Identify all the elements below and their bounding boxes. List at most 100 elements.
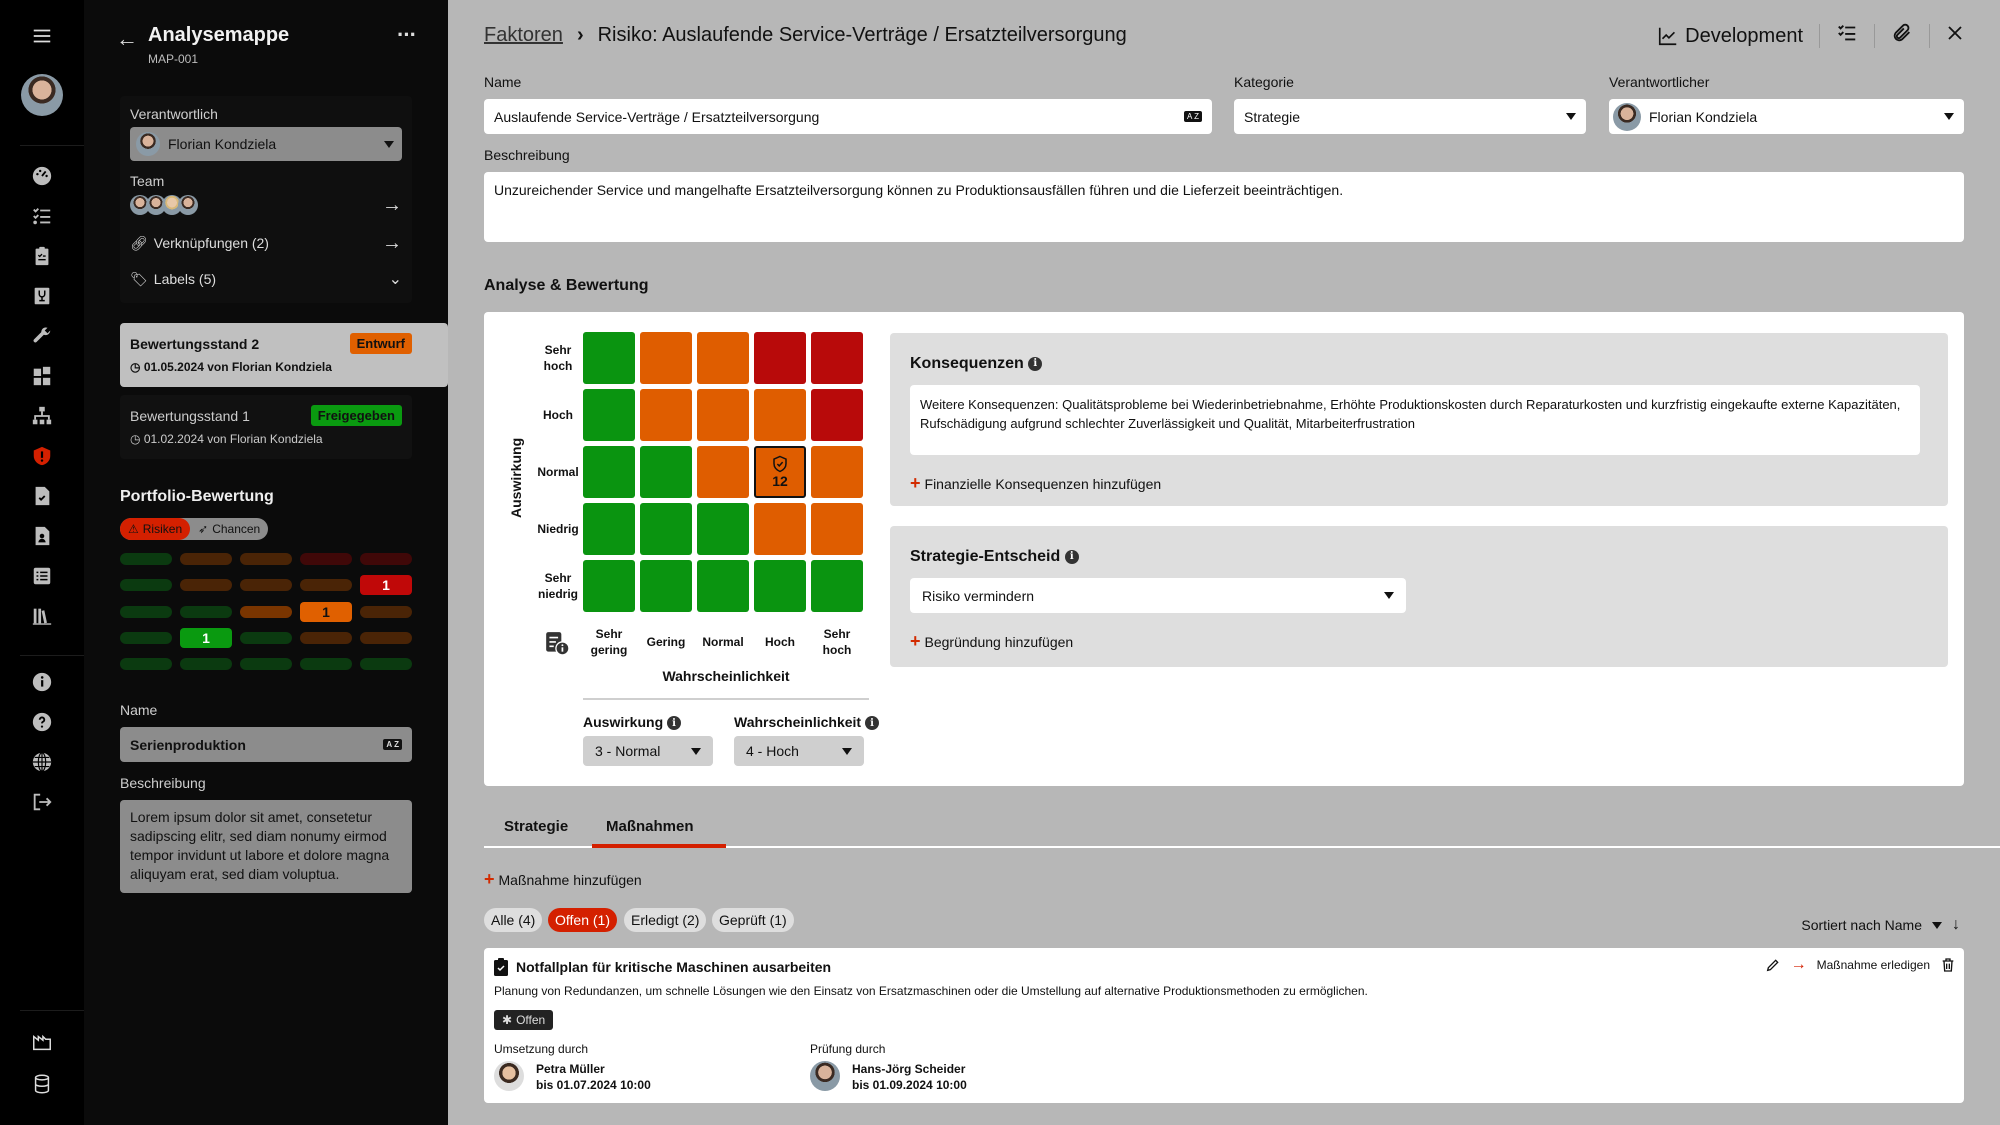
- portfolio-cell[interactable]: [180, 606, 232, 618]
- portfolio-cell[interactable]: [180, 658, 232, 670]
- portfolio-cell[interactable]: [360, 632, 412, 644]
- back-arrow-icon[interactable]: ←: [116, 26, 138, 52]
- risks-toggle[interactable]: ⚠ Risiken: [120, 518, 191, 540]
- matrix-cell[interactable]: [697, 332, 749, 384]
- complete-measure-button[interactable]: → Maßnahme erledigen: [1791, 956, 1930, 974]
- matrix-cell[interactable]: [583, 503, 635, 555]
- portfolio-cell[interactable]: [120, 553, 172, 565]
- clipboard-check-icon[interactable]: [26, 240, 58, 272]
- matrix-cell[interactable]: [697, 446, 749, 498]
- portfolio-cell[interactable]: [120, 632, 172, 644]
- matrix-cell[interactable]: [697, 389, 749, 441]
- portfolio-cell[interactable]: [300, 632, 352, 644]
- help-icon[interactable]: [26, 706, 58, 738]
- matrix-cell[interactable]: [754, 503, 806, 555]
- risk-shield-icon[interactable]: [26, 440, 58, 472]
- breadcrumb-parent[interactable]: Faktoren: [484, 24, 563, 47]
- filter-done[interactable]: Erledigt (2): [624, 908, 707, 932]
- measure-card[interactable]: Notfallplan für kritische Maschinen ausa…: [484, 948, 1964, 1103]
- portfolio-cell[interactable]: [120, 658, 172, 670]
- portfolio-cell[interactable]: [240, 658, 292, 670]
- fragile-box-icon[interactable]: [26, 280, 58, 312]
- file-user-icon[interactable]: [26, 520, 58, 552]
- arrow-right-icon[interactable]: →: [382, 194, 402, 217]
- matrix-cell[interactable]: [583, 560, 635, 612]
- factory-icon[interactable]: [26, 1026, 58, 1058]
- info-icon[interactable]: i: [864, 716, 879, 731]
- add-financial-consequences-button[interactable]: + Finanzielle Konsequenzen hinzufügen: [910, 473, 1161, 494]
- description-input[interactable]: Unzureichender Service und mangelhafte E…: [484, 172, 1964, 242]
- logout-icon[interactable]: [26, 786, 58, 818]
- matrix-cell[interactable]: [754, 332, 806, 384]
- close-icon[interactable]: [1946, 24, 1964, 48]
- portfolio-cell[interactable]: [240, 632, 292, 644]
- filter-open[interactable]: Offen (1): [548, 908, 617, 932]
- user-avatar[interactable]: [21, 74, 63, 121]
- portfolio-cell[interactable]: [300, 553, 352, 565]
- portfolio-cell[interactable]: [300, 658, 352, 670]
- portfolio-cell[interactable]: [240, 553, 292, 565]
- info-icon[interactable]: [26, 666, 58, 698]
- description-field[interactable]: Lorem ipsum dolor sit amet, consetetur s…: [120, 800, 412, 893]
- owner-select[interactable]: Florian Kondziela: [1609, 99, 1964, 134]
- portfolio-cell[interactable]: [360, 606, 412, 618]
- sort-direction-icon[interactable]: ↓: [1952, 916, 1960, 934]
- puzzle-icon[interactable]: [26, 360, 58, 392]
- name-input[interactable]: Auslaufende Service-Verträge / Ersatztei…: [484, 99, 1212, 134]
- matrix-cell[interactable]: [811, 503, 863, 555]
- portfolio-cell[interactable]: [300, 579, 352, 591]
- wrench-icon[interactable]: [26, 320, 58, 352]
- labels-row[interactable]: 🏷︎ Labels (5) ⌄: [130, 267, 402, 291]
- info-icon[interactable]: i: [1028, 356, 1043, 371]
- attachment-icon[interactable]: [1891, 22, 1913, 50]
- tab-measures[interactable]: Maßnahmen: [606, 818, 694, 835]
- team-row[interactable]: →: [130, 193, 402, 217]
- assessment-state-2[interactable]: Bewertungsstand 2 Entwurf ◷ 01.05.2024 v…: [120, 323, 448, 387]
- portfolio-cell[interactable]: [360, 658, 412, 670]
- matrix-cell[interactable]: [697, 560, 749, 612]
- strategy-select[interactable]: Risiko vermindern: [910, 578, 1406, 613]
- portfolio-cell[interactable]: [240, 606, 292, 618]
- edit-icon[interactable]: [1765, 957, 1781, 973]
- matrix-cell[interactable]: 12: [754, 446, 806, 498]
- dashboard-icon[interactable]: [26, 160, 58, 192]
- org-chart-icon[interactable]: [26, 400, 58, 432]
- trash-icon[interactable]: [1940, 956, 1956, 974]
- portfolio-cell[interactable]: [240, 579, 292, 591]
- matrix-cell[interactable]: [640, 446, 692, 498]
- chances-toggle[interactable]: ➶ Chancen: [190, 518, 268, 540]
- info-icon[interactable]: i: [1064, 549, 1079, 564]
- add-measure-button[interactable]: + Maßnahme hinzufügen: [484, 869, 642, 890]
- portfolio-cell[interactable]: [180, 553, 232, 565]
- matrix-cell[interactable]: [811, 332, 863, 384]
- more-options-icon[interactable]: ···: [397, 22, 417, 48]
- portfolio-cell[interactable]: 1: [180, 628, 232, 648]
- matrix-cell[interactable]: [583, 332, 635, 384]
- file-check-icon[interactable]: [26, 480, 58, 512]
- sort-control[interactable]: Sortiert nach Name ↓: [1801, 916, 1960, 934]
- portfolio-cell[interactable]: [180, 579, 232, 591]
- chevron-down-icon[interactable]: ⌄: [389, 269, 402, 289]
- matrix-cell[interactable]: [583, 446, 635, 498]
- library-icon[interactable]: [26, 600, 58, 632]
- impact-select[interactable]: 3 - Normal: [583, 736, 713, 766]
- matrix-cell[interactable]: [583, 389, 635, 441]
- portfolio-cell[interactable]: 1: [360, 575, 412, 595]
- portfolio-cell[interactable]: [360, 553, 412, 565]
- matrix-cell[interactable]: [640, 560, 692, 612]
- matrix-cell[interactable]: [640, 332, 692, 384]
- checklist-icon[interactable]: [1836, 22, 1858, 50]
- portfolio-cell[interactable]: [120, 606, 172, 618]
- filter-all[interactable]: Alle (4): [484, 908, 543, 932]
- matrix-cell[interactable]: [697, 503, 749, 555]
- menu-icon[interactable]: [26, 20, 58, 52]
- matrix-cell[interactable]: [640, 503, 692, 555]
- matrix-cell[interactable]: [811, 446, 863, 498]
- responsible-select[interactable]: Florian Kondziela: [130, 127, 402, 161]
- matrix-cell[interactable]: [754, 389, 806, 441]
- matrix-cell[interactable]: [811, 560, 863, 612]
- links-row[interactable]: 🔗︎ Verknüpfungen (2) →: [130, 231, 402, 255]
- checklist-icon[interactable]: [26, 200, 58, 232]
- consequences-input[interactable]: Weitere Konsequenzen: Qualitätsprobleme …: [910, 385, 1920, 455]
- tab-strategy[interactable]: Strategie: [504, 818, 568, 835]
